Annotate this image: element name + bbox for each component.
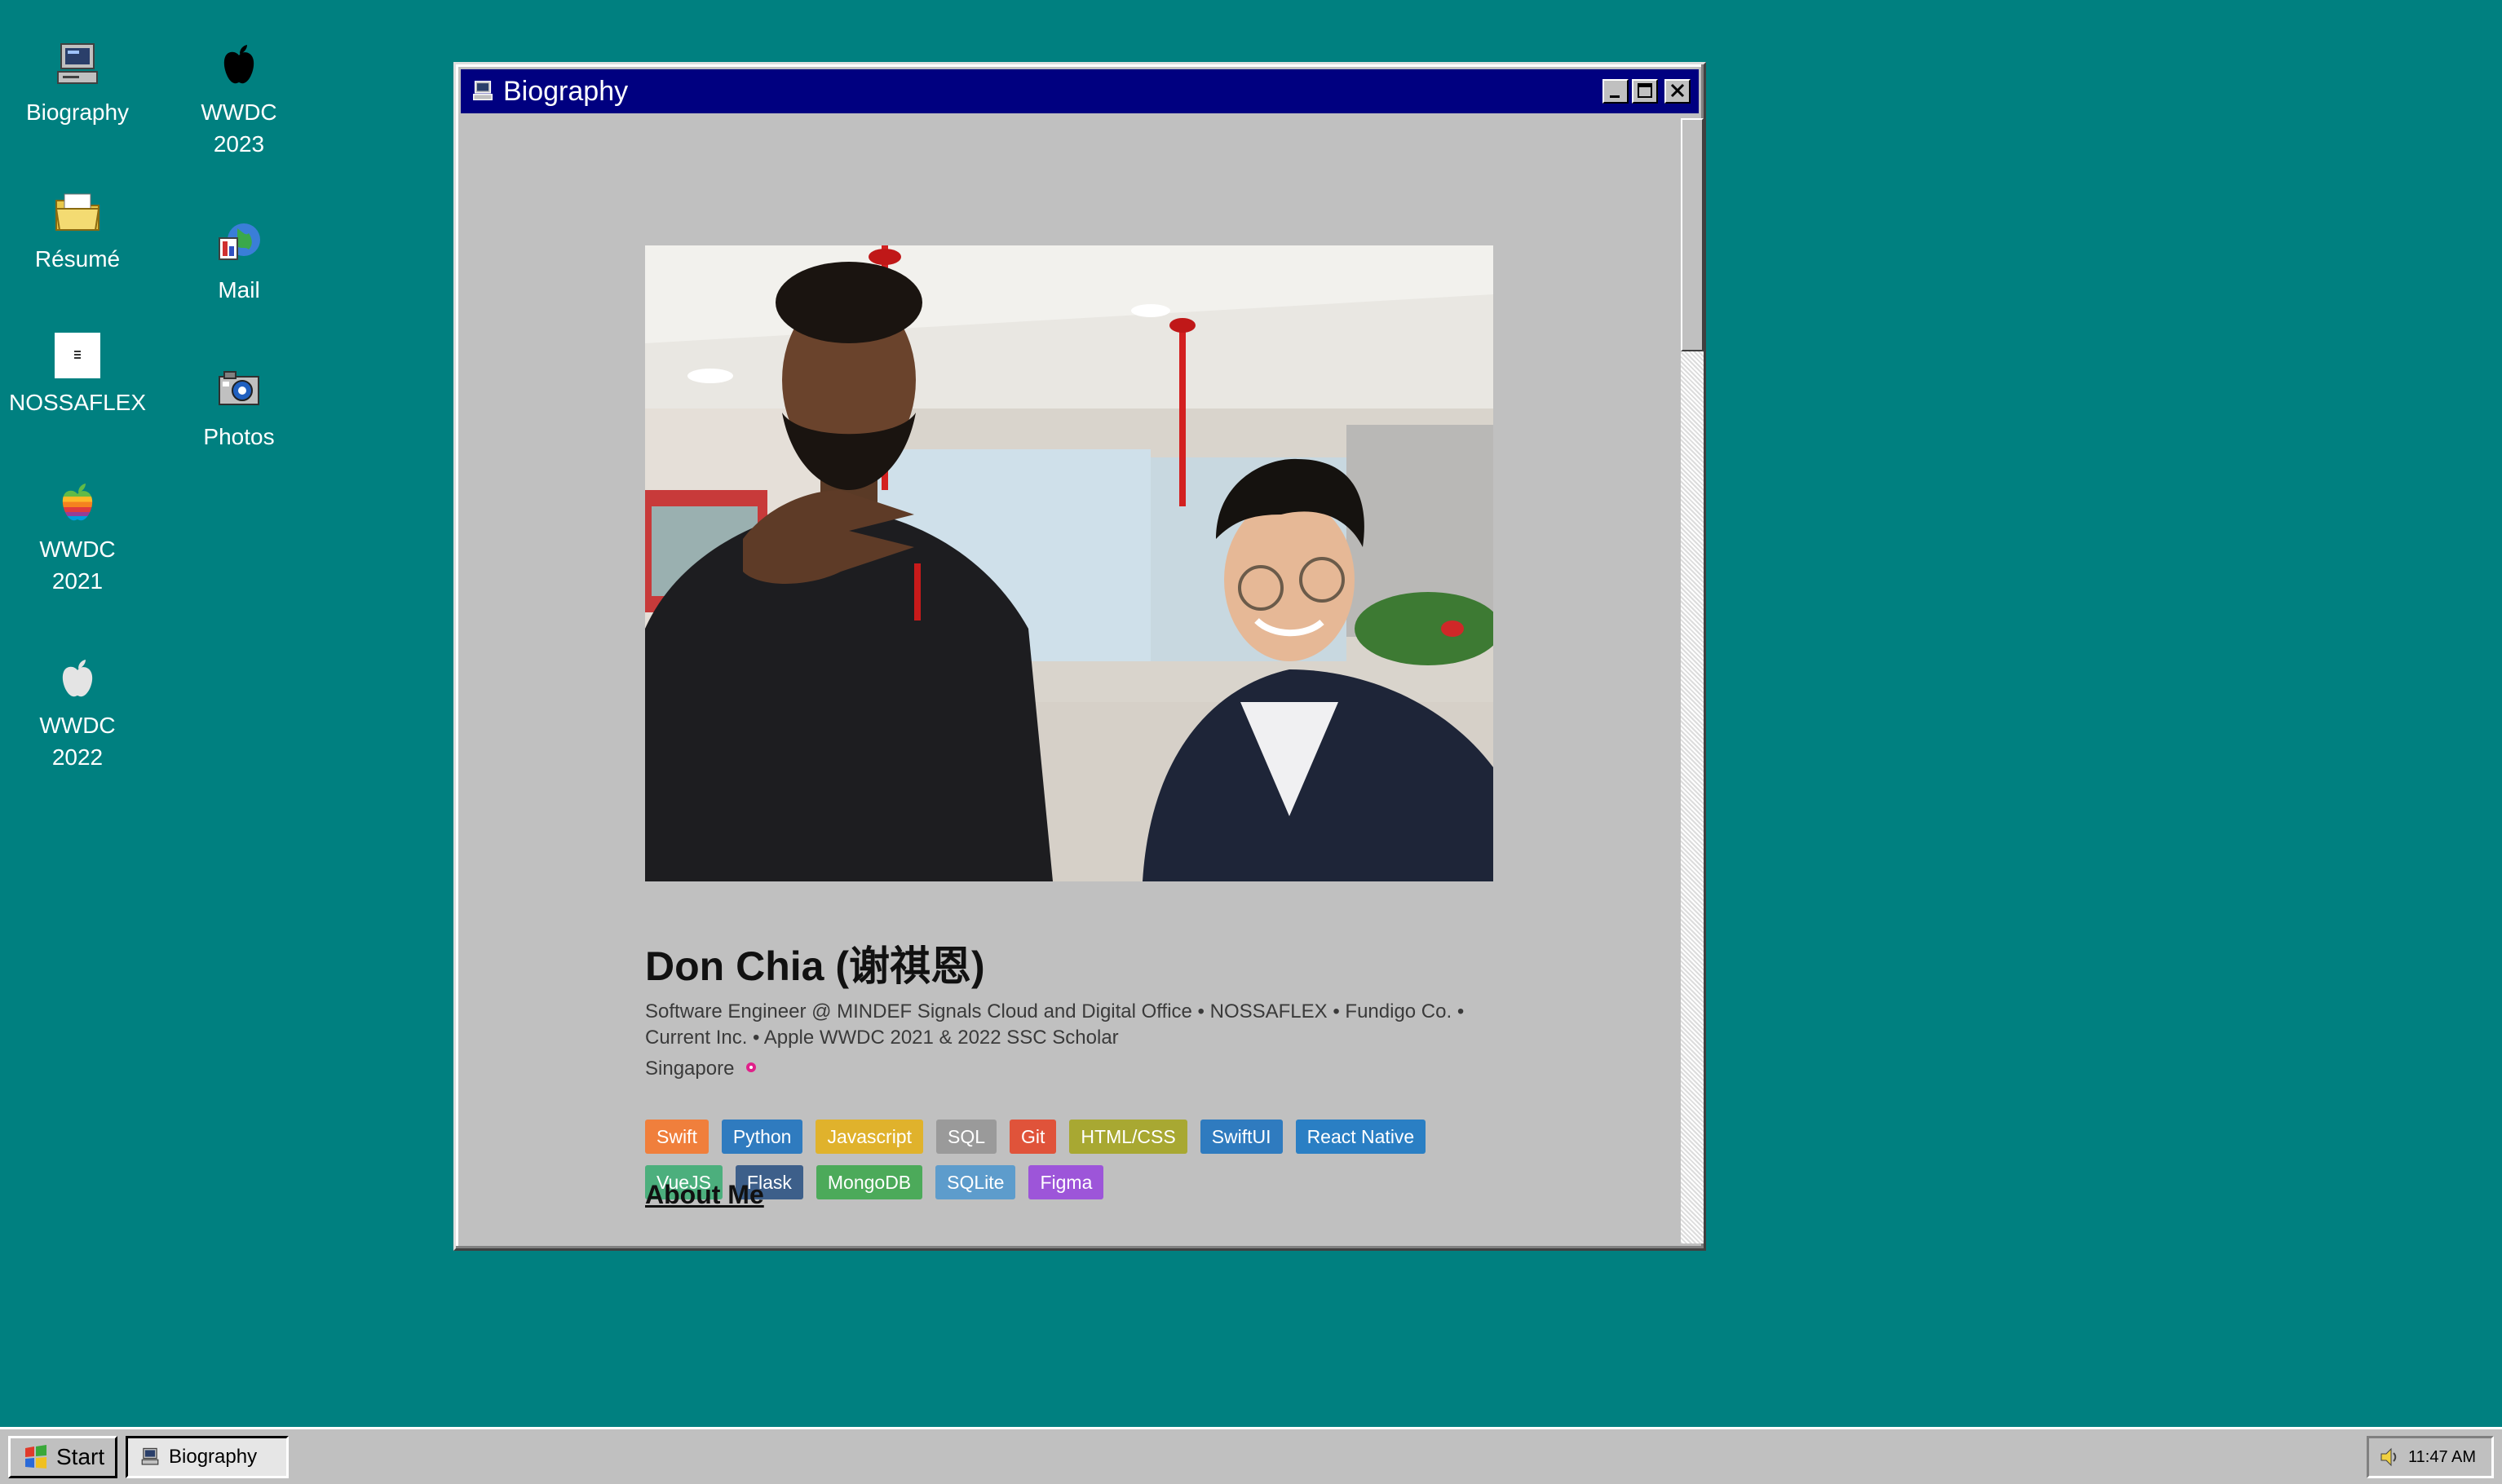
skill-tags: Swift Python Javascript SQL Git HTML/CSS… (645, 1120, 1510, 1199)
skill-tag: Python (721, 1120, 803, 1154)
folder-icon (55, 193, 100, 231)
computer-icon (141, 1447, 159, 1465)
apple-black-icon (223, 45, 254, 84)
profile-name: Don Chia (谢祺恩) (645, 943, 985, 989)
desktop: Biography WWDC 2023 Résumé Mail NOSSAFLE… (0, 0, 2502, 1427)
biography-window[interactable]: Biography Don Chia (谢祺恩) Software Engine… (453, 62, 1706, 1251)
desktop-icon-nossaflex[interactable]: NOSSAFLEX (0, 329, 155, 418)
desktop-icon-biography[interactable]: Biography (0, 39, 155, 128)
desktop-icon-wwdc-2022[interactable]: WWDC 2022 (0, 652, 155, 773)
skill-tag: Git (1010, 1120, 1057, 1154)
minimize-icon (1610, 95, 1620, 98)
window-title-bar[interactable]: Biography (461, 69, 1699, 113)
skill-tag: SQL (936, 1120, 997, 1154)
scrollbar-thumb[interactable] (1681, 118, 1704, 351)
start-label: Start (56, 1444, 105, 1469)
taskbar-item-biography[interactable]: Biography (126, 1436, 289, 1478)
desktop-icon-mail[interactable]: Mail (161, 217, 316, 306)
close-icon (1670, 83, 1685, 98)
windows-logo-icon (25, 1445, 46, 1469)
skill-tag: Figma (1028, 1165, 1104, 1199)
desktop-icon-label: Résumé (34, 246, 121, 272)
desktop-icon-photos[interactable]: Photos (161, 364, 316, 453)
taskbar: Start Biography 11:47 AM (0, 1427, 2502, 1484)
skill-tag: React Native (1295, 1120, 1426, 1154)
speaker-icon[interactable] (2379, 1446, 2400, 1468)
profile-photo-graphic (645, 245, 1493, 881)
computer-icon (57, 43, 98, 84)
apple-white-icon (62, 660, 93, 697)
desktop-icon-wwdc-2021[interactable]: WWDC 2021 (0, 476, 155, 597)
location-text: Singapore (645, 1058, 735, 1080)
desktop-icon-label: Biography (25, 99, 130, 125)
skill-tag: Javascript (816, 1120, 923, 1154)
clock: 11:47 AM (2408, 1447, 2477, 1466)
window-title: Biography (503, 75, 629, 107)
vertical-scrollbar[interactable] (1681, 118, 1704, 1243)
desktop-icon-label: WWDC 2022 (39, 713, 116, 771)
desktop-icon-label: WWDC 2021 (39, 537, 116, 594)
apple-rainbow-icon (62, 484, 93, 521)
maximize-icon (1638, 83, 1652, 98)
desktop-icon-label: WWDC 2023 (201, 99, 277, 157)
skill-tag: Swift (645, 1120, 709, 1154)
camera-icon (219, 371, 259, 405)
maximize-button[interactable] (1632, 79, 1658, 104)
close-button[interactable] (1664, 79, 1691, 104)
skill-tag: SQLite (935, 1165, 1016, 1199)
skill-tag: HTML/CSS (1069, 1120, 1187, 1154)
profile-location: Singapore (645, 1058, 758, 1080)
location-pin-icon (746, 1062, 757, 1072)
profile-photo (645, 245, 1493, 881)
window-content: Don Chia (谢祺恩) Software Engineer @ MINDE… (461, 118, 1681, 1243)
mail-icon (219, 223, 260, 260)
nossaflex-icon (55, 333, 100, 378)
start-button[interactable]: Start (8, 1436, 117, 1478)
skill-tag: SwiftUI (1200, 1120, 1283, 1154)
system-tray: 11:47 AM (2367, 1436, 2494, 1478)
desktop-icon-label: NOSSAFLEX (8, 390, 147, 415)
desktop-icon-wwdc-2023[interactable]: WWDC 2023 (161, 39, 316, 160)
computer-icon (473, 81, 493, 101)
skill-tag: MongoDB (816, 1165, 923, 1199)
minimize-button[interactable] (1602, 79, 1629, 104)
about-me-heading[interactable]: About Me (645, 1180, 764, 1210)
desktop-icon-resume[interactable]: Résumé (0, 186, 155, 275)
profile-bio: Software Engineer @ MINDEF Signals Cloud… (645, 1000, 1465, 1049)
desktop-icon-label: Mail (218, 277, 260, 303)
taskbar-item-label: Biography (169, 1446, 258, 1468)
desktop-icon-label: Photos (203, 424, 275, 449)
